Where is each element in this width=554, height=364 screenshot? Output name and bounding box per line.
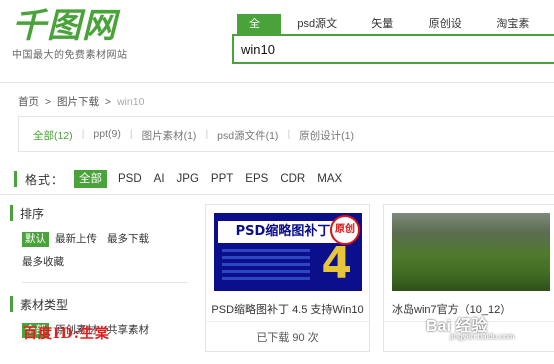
filter-divider: | [205,128,209,140]
format-filter-row: 格式： 全部 PSD AI JPG PPT EPS CDR MAX [14,170,354,188]
site-logo[interactable]: 千图网 中国最大的免费素材网站 [12,6,128,61]
format-option-psd[interactable]: PSD [118,170,142,188]
result-card[interactable]: PSD缩略图补丁 原创 4 PSD缩略图补丁 4.5 支持Win10 已下载 9… [205,204,370,352]
breadcrumb: 首页 > 图片下载 > win10 [18,94,147,109]
sort-title-label: 排序 [20,206,45,221]
filter-divider: | [81,128,85,140]
search-tab-original[interactable]: 原创设计 [419,14,480,50]
format-option-all[interactable]: 全部 [74,170,108,188]
filter-original-design[interactable]: 原创设计(1) [299,128,354,143]
card-thumbnail[interactable] [392,213,550,291]
format-label: 格式： [25,172,65,187]
sort-option-default[interactable]: 默认 [22,232,49,247]
breadcrumb-current: win10 [116,96,145,108]
sidebar: 排序 默认 最新上传 最多下载 最多收藏 素材类型 全部 原创素材 共享素材 [10,204,188,338]
type-option-shared[interactable]: 共享素材 [107,323,149,338]
baidu-watermark-url: jingyan.baidu.com [450,332,515,341]
sort-title: 排序 [10,204,182,222]
breadcrumb-home[interactable]: 首页 [18,96,39,108]
format-option-ai[interactable]: AI [154,170,165,188]
thumbnail-text-lines [222,249,310,284]
search-tab-vector[interactable]: 矢量图 [361,14,411,50]
material-type-title: 素材类型 [10,295,182,313]
sort-option-newest[interactable]: 最新上传 [55,232,97,247]
search-tab-taobao[interactable]: 淘宝素材 [486,14,547,50]
accent-bar [14,171,17,187]
sort-option-most-downloaded[interactable]: 最多下载 [107,232,149,247]
search-tabs: 全部 psd源文件 矢量图 原创设计 淘宝素材 [237,14,554,50]
format-option-max[interactable]: MAX [317,170,342,188]
filter-ppt[interactable]: ppt(9) [93,128,120,143]
accent-bar [10,296,13,312]
format-option-cdr[interactable]: CDR [280,170,305,188]
card-title[interactable]: PSD缩略图补丁 4.5 支持Win10 [206,301,369,317]
card-thumbnail[interactable]: PSD缩略图补丁 原创 4 [214,213,362,291]
accent-bar [10,205,13,221]
filter-divider: | [129,128,133,140]
download-count: 已下载 90 次 [206,321,369,353]
site-header: 千图网 中国最大的免费素材网站 全部 psd源文件 矢量图 原创设计 淘宝素材 [0,0,554,82]
thumbnail-version-number: 4 [321,238,352,289]
search-box [232,34,554,64]
breadcrumb-section[interactable]: 图片下载 [57,96,99,108]
format-option-ppt[interactable]: PPT [211,170,233,188]
search-tab-psd[interactable]: psd源文件 [287,14,354,50]
header-divider [0,82,554,83]
category-filter-row: 全部(12) | ppt(9) | 图片素材(1) | psd源文件(1) | … [33,128,363,143]
format-option-jpg[interactable]: JPG [177,170,199,188]
logo-slogan: 中国最大的免费素材网站 [12,50,128,61]
sort-option-most-favorited[interactable]: 最多收藏 [22,255,64,270]
filter-image-material[interactable]: 图片素材(1) [142,128,197,143]
category-filter-box: 全部(12) | ppt(9) | 图片素材(1) | psd源文件(1) | … [18,116,554,152]
filter-all[interactable]: 全部(12) [33,128,73,143]
filter-divider: | [287,128,291,140]
logo-mark: 千图网 [12,6,117,46]
search-tab-all[interactable]: 全部 [237,14,282,50]
search-input[interactable] [234,36,554,62]
format-option-eps[interactable]: EPS [245,170,268,188]
sort-options: 默认 最新上传 最多下载 最多收藏 [22,232,172,270]
breadcrumb-separator: > [44,96,52,108]
format-divider [0,194,554,195]
material-type-title-label: 素材类型 [20,297,69,312]
filter-psd-source[interactable]: psd源文件(1) [217,128,278,143]
sidebar-divider [22,282,188,283]
breadcrumb-separator: > [104,96,112,108]
user-watermark: 百度ID:生棠 [23,326,110,342]
